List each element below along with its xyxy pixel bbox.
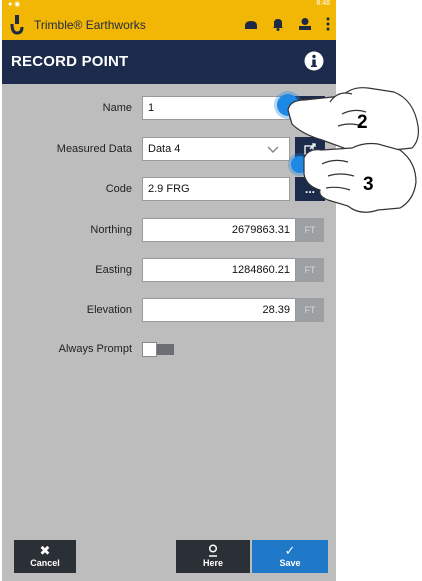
overflow-menu-icon[interactable] [326, 17, 330, 31]
callout-3: 3 [363, 174, 374, 195]
app-title: Trimble® Earthworks [34, 18, 146, 32]
elevation-input[interactable]: 28.39 [142, 298, 296, 322]
name-label: Name [102, 102, 132, 114]
checkmark-icon: ✓ [284, 543, 296, 558]
user-icon[interactable] [298, 17, 312, 31]
close-icon: ✖ [39, 543, 51, 558]
northing-label: Northing [90, 224, 132, 236]
here-label: Here [202, 558, 223, 568]
name-input[interactable]: 1 [142, 96, 290, 120]
code-input[interactable]: 2.9 FRG [142, 177, 290, 201]
always-prompt-toggle[interactable] [142, 342, 174, 357]
save-button[interactable]: ✓ Save [252, 540, 328, 573]
info-icon[interactable] [304, 51, 324, 71]
here-button[interactable]: Here [176, 540, 250, 573]
elevation-label: Elevation [86, 304, 132, 316]
cancel-label: Cancel [30, 558, 60, 568]
location-pin-icon [176, 544, 250, 558]
machine-icon[interactable] [244, 17, 258, 31]
hand-pointer-illustration [287, 87, 419, 213]
callout-2: 2 [357, 112, 368, 133]
chevron-down-icon [267, 146, 279, 154]
status-bar: ● ◉ 8:48 [2, 0, 336, 10]
measured-data-label: Measured Data [56, 143, 132, 155]
always-prompt-row: Always Prompt [2, 342, 336, 368]
save-label: Save [279, 558, 301, 568]
status-time: 8:48 [316, 0, 330, 7]
easting-input[interactable]: 1284860.21 [142, 258, 296, 282]
page-title: RECORD POINT [11, 53, 129, 70]
status-icons: ● ◉ [8, 1, 21, 8]
measured-data-value: Data 4 [148, 143, 181, 155]
bell-icon[interactable] [272, 17, 284, 31]
cancel-button[interactable]: ✖ Cancel [14, 540, 76, 573]
always-prompt-label: Always Prompt [58, 343, 132, 355]
northing-input[interactable]: 2679863.31 [142, 218, 296, 242]
measured-data-select[interactable]: Data 4 [142, 137, 290, 161]
code-label: Code [105, 183, 132, 195]
trimble-logo-icon [10, 15, 24, 35]
toggle-thumb [142, 342, 157, 357]
easting-label: Easting [95, 264, 132, 276]
app-bar: Trimble® Earthworks [2, 10, 336, 40]
